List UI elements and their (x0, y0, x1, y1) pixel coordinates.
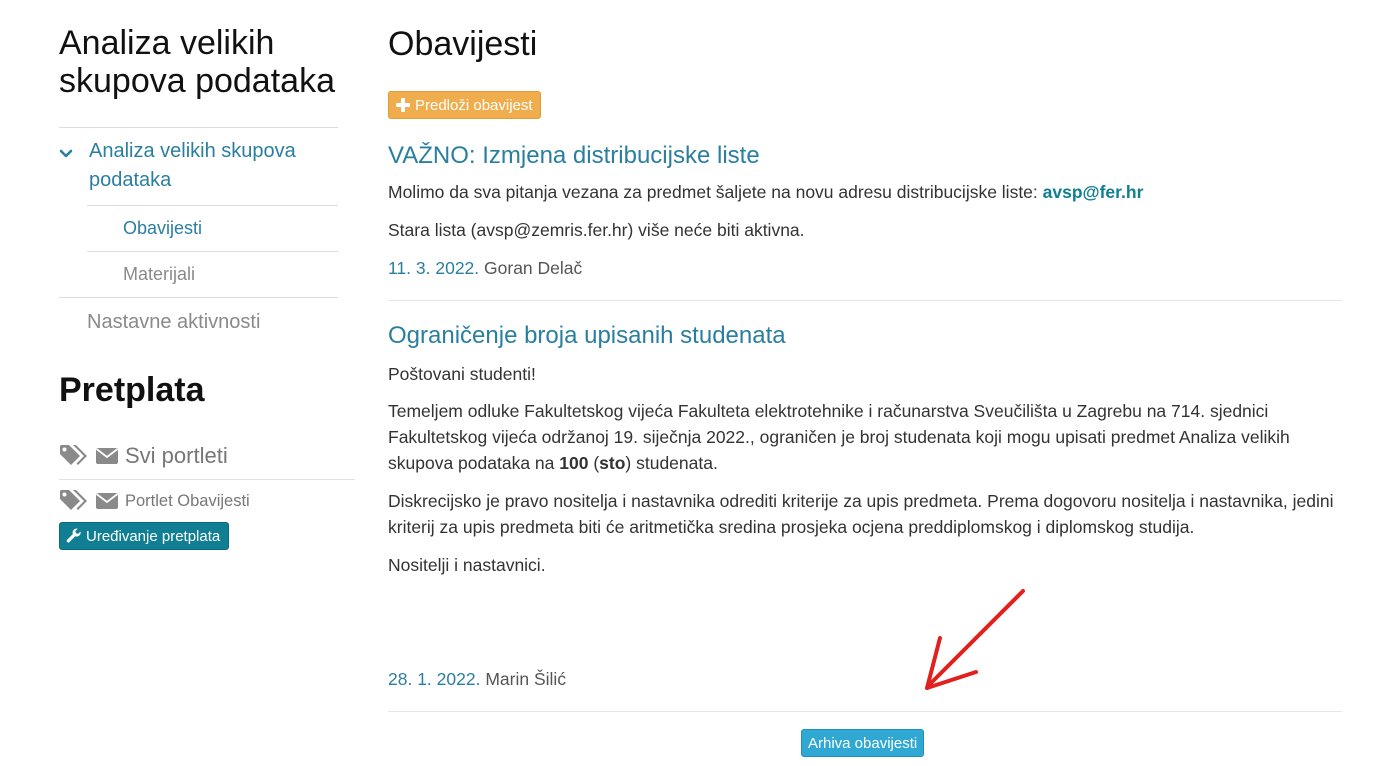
subscription-row-label: Svi portleti (125, 443, 228, 468)
notice-number: 100 (559, 453, 589, 473)
envelope-icon (95, 448, 119, 464)
notice-divider (388, 711, 1342, 712)
nav-divider (59, 297, 338, 298)
notice-author: Marin Šilić (485, 669, 567, 689)
page-title: Obavijesti (388, 25, 538, 63)
subscriptions-divider (59, 479, 355, 480)
plus-icon (396, 98, 410, 112)
notice-paragraph: Nositelji i nastavnici. (388, 555, 546, 575)
subscriptions-title: Pretplata (59, 371, 205, 409)
edit-subscriptions-button[interactable]: Uređivanje pretplata (59, 522, 230, 550)
suggest-notice-button[interactable]: Predloži obavijest (388, 91, 541, 119)
notice-title[interactable]: VAŽNO: Izmjena distribucijske liste (388, 141, 760, 171)
notice-author: Goran Delač (484, 258, 583, 278)
subscription-row-portlet[interactable]: Portlet Obavijesti (59, 488, 250, 514)
notice-title[interactable]: Ograničenje broja upisanih studenata (388, 321, 786, 351)
email-link[interactable]: avsp@fer.hr (1043, 182, 1144, 202)
nav-item-course-label: Analiza velikih skupova podataka (89, 140, 296, 191)
nav-item-obavijesti[interactable]: Obavijesti (123, 216, 202, 240)
subscription-row-label: Portlet Obavijesti (125, 491, 250, 510)
chevron-down-icon (59, 149, 73, 158)
subscription-row-all[interactable]: Svi portleti (59, 443, 228, 469)
notice-text: ( (588, 453, 600, 473)
notice-text: Temeljem odluke Fakultetskog vijeća Faku… (388, 401, 1290, 473)
archive-button[interactable]: Arhiva obavijesti (801, 729, 925, 757)
edit-subscriptions-label: Uređivanje pretplata (86, 527, 221, 545)
nav-divider (87, 205, 338, 206)
tags-icon (60, 490, 87, 510)
notice-date: 11. 3. 2022. (388, 258, 480, 278)
notice-paragraph: Diskrecijsko je pravo nositelja i nastav… (388, 491, 1334, 537)
notice-number-word: sto (599, 453, 626, 473)
nav-item-materijali[interactable]: Materijali (123, 262, 195, 286)
notice-meta: 11. 3. 2022. Goran Delač (388, 256, 582, 280)
notice-meta: 28. 1. 2022. Marin Šilić (388, 667, 566, 691)
notice-text: Molimo da sva pitanja vezana za predmet … (388, 182, 1043, 202)
course-title: Analiza velikih skupova podataka (59, 24, 335, 100)
notice-divider (388, 300, 1342, 301)
suggest-notice-label: Predloži obavijest (415, 96, 533, 114)
nav-divider (87, 251, 338, 252)
wrench-icon (66, 528, 81, 543)
notice-paragraph: Poštovani studenti! (388, 364, 536, 384)
notice-paragraph: Stara lista (avsp@zemris.fer.hr) više ne… (388, 220, 805, 240)
notice-paragraph: Temeljem odluke Fakultetskog vijeća Faku… (388, 398, 1342, 476)
notice-date: 28. 1. 2022. (388, 669, 481, 689)
notice-text: ) studenata. (625, 453, 718, 473)
notice-paragraph: Molimo da sva pitanja vezana za predmet … (388, 179, 1342, 205)
nav-divider (59, 127, 338, 128)
tags-icon (60, 445, 87, 465)
nav-item-nastavne-aktivnosti[interactable]: Nastavne aktivnosti (87, 309, 260, 335)
envelope-icon (95, 493, 119, 509)
